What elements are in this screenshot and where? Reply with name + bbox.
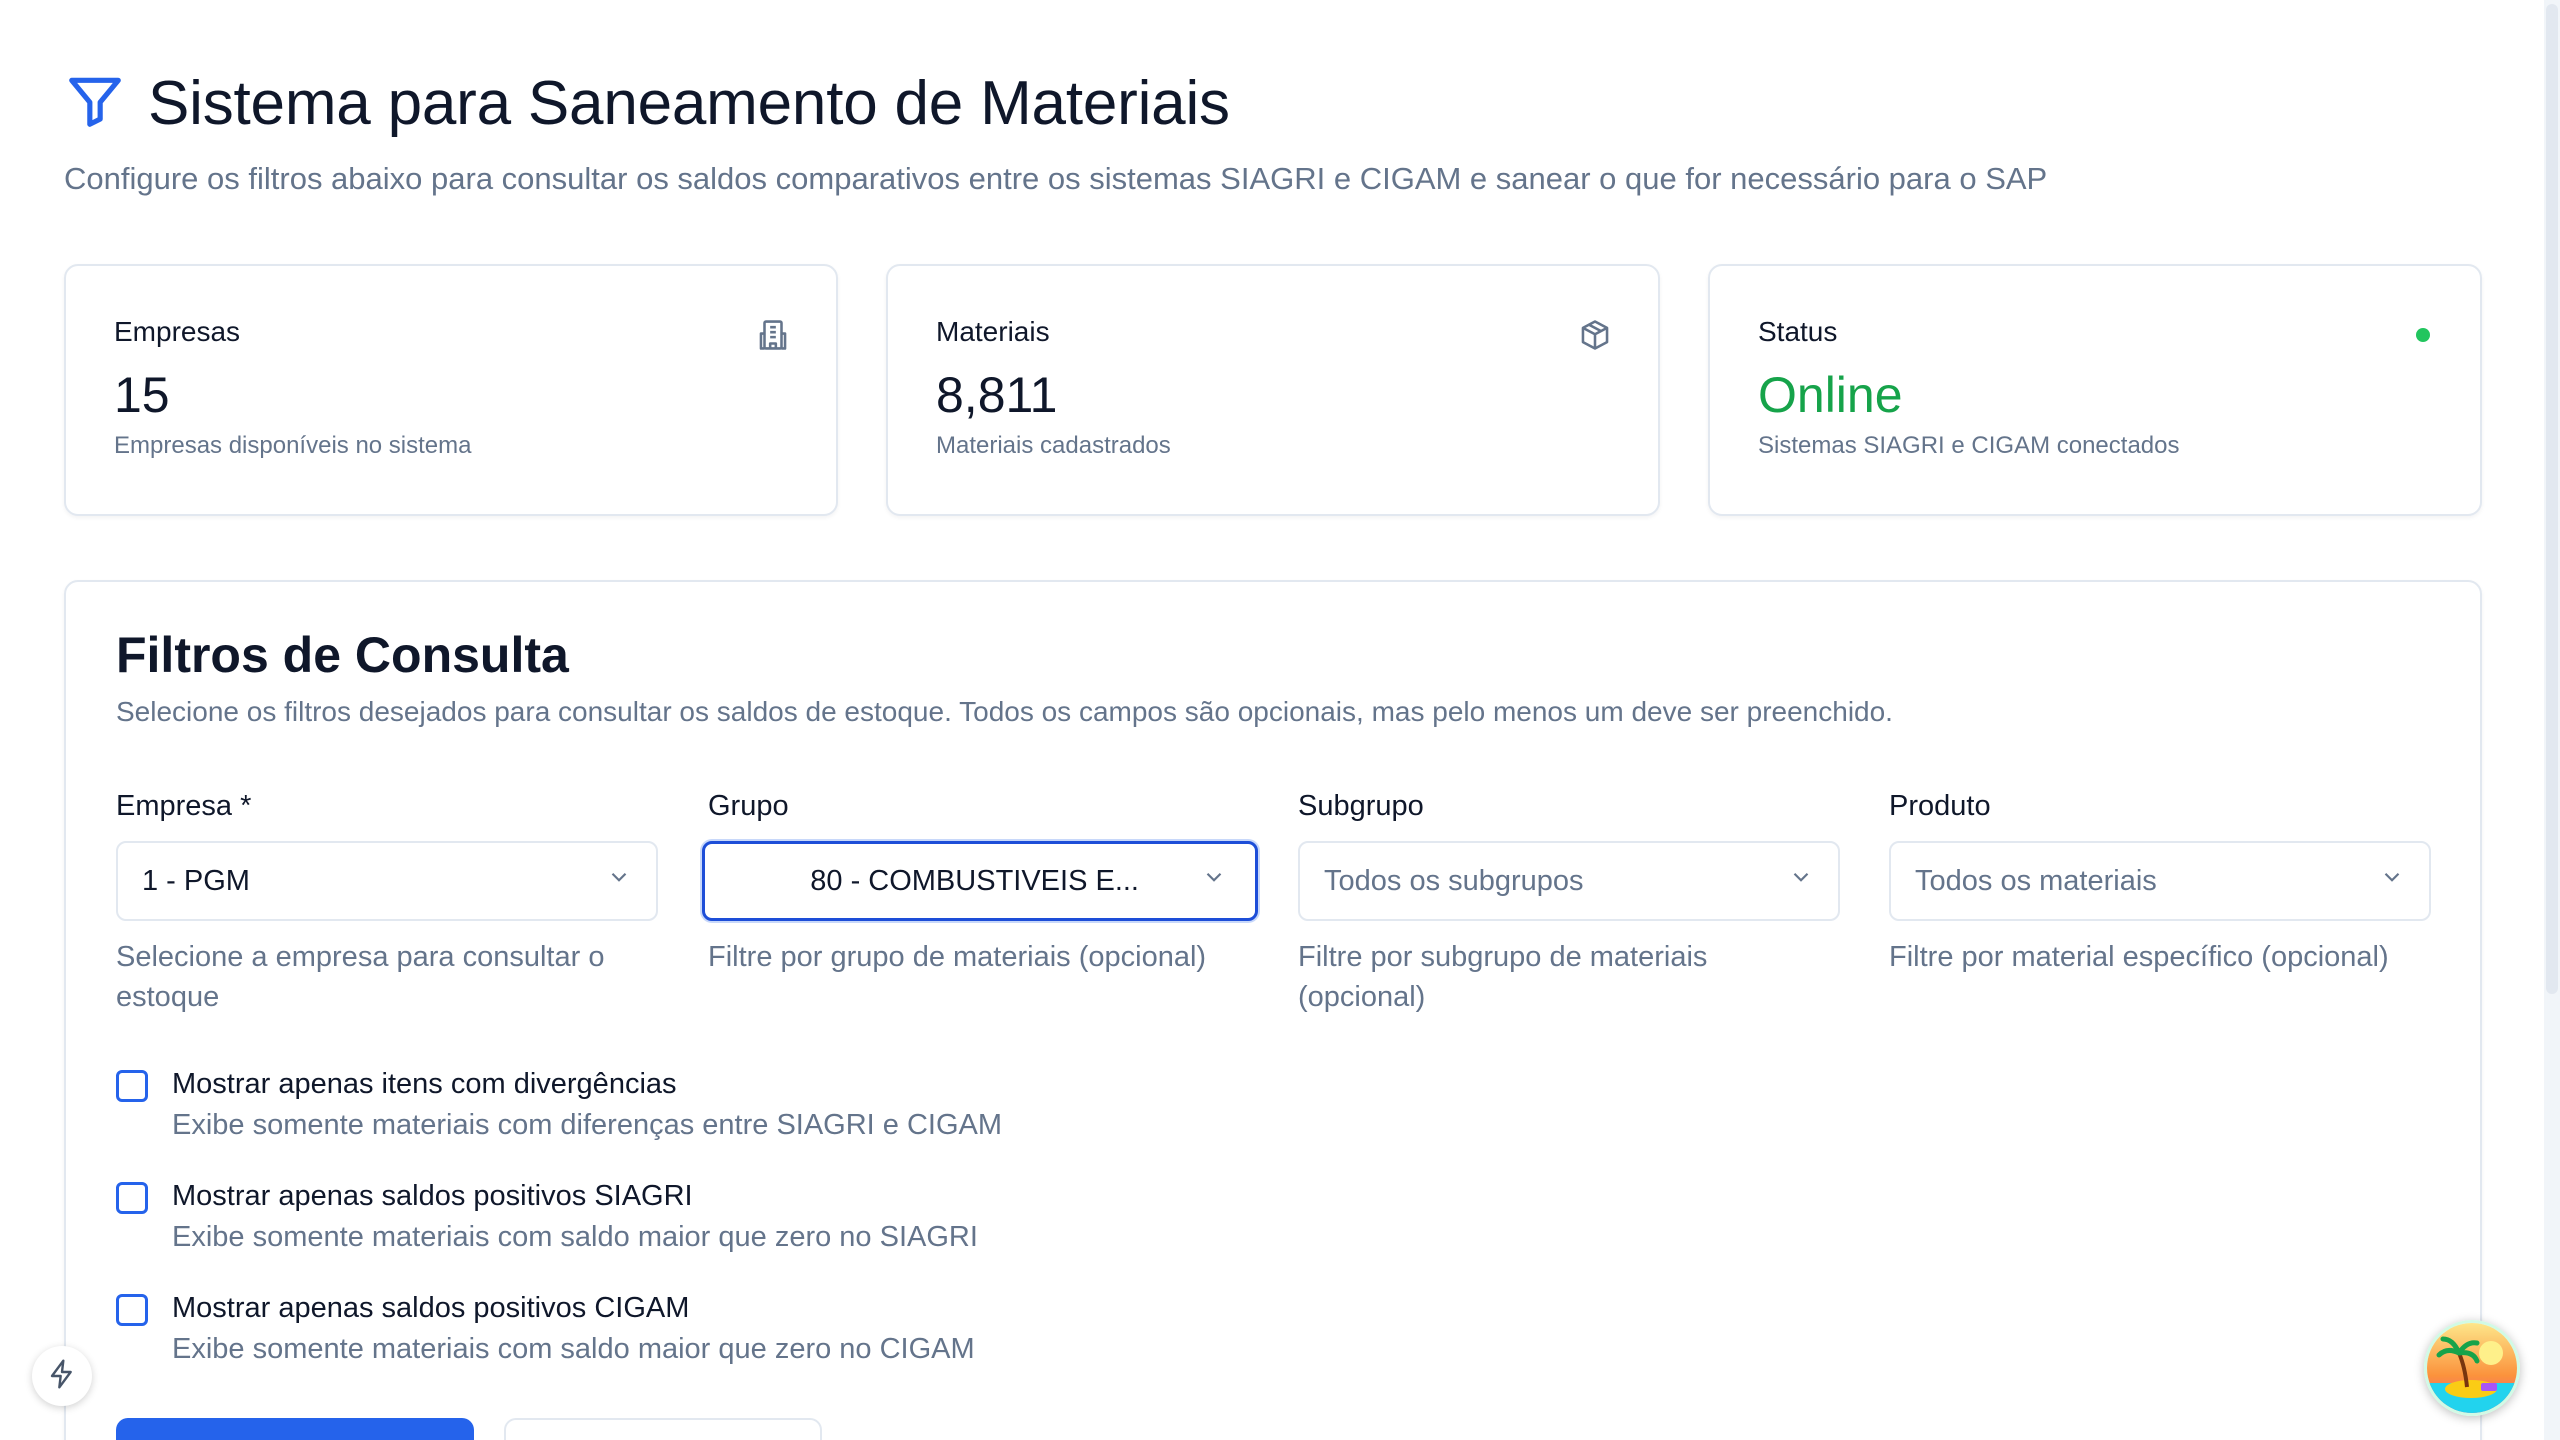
card-value: 15 — [114, 367, 170, 423]
chevron-down-icon — [1201, 864, 1227, 898]
field-produto: Produto Todos os materiais Filtre por ma… — [1889, 790, 2431, 977]
card-description: Empresas disponíveis no sistema — [114, 432, 472, 459]
checkbox-label[interactable]: Mostrar apenas saldos positivos SIAGRI — [172, 1180, 978, 1213]
status-dot — [2416, 328, 2430, 342]
field-empresa: Empresa * 1 - PGM Selecione a empresa pa… — [116, 790, 658, 1017]
status-value: Online — [1758, 367, 1903, 423]
chevron-down-icon — [1788, 864, 1814, 898]
field-label: Grupo — [708, 790, 789, 822]
produto-select[interactable]: Todos os materiais — [1889, 841, 2431, 921]
stats-cards: Empresas 15 Empresas disponíveis no sist… — [64, 264, 2482, 516]
field-help: Filtre por grupo de materiais (opcional) — [708, 941, 1207, 973]
title-row: Sistema para Saneamento de Materiais — [64, 68, 2440, 139]
card-materiais: Materiais 8,811 Materiais cadastrados — [886, 264, 1660, 516]
card-empresas: Empresas 15 Empresas disponíveis no sist… — [64, 264, 838, 516]
card-description: Sistemas SIAGRI e CIGAM conectados — [1758, 432, 2180, 459]
field-grupo: Grupo 80 - COMBUSTIVEIS E... Filtre por … — [702, 790, 1258, 977]
filters-description: Selecione os filtros desejados para cons… — [116, 696, 1893, 727]
package-icon — [1578, 318, 1612, 352]
consultar-button[interactable] — [116, 1418, 474, 1440]
card-label: Empresas — [114, 316, 241, 347]
subgrupo-select[interactable]: Todos os subgrupos — [1298, 841, 1840, 921]
page-title: Sistema para Saneamento de Materiais — [148, 69, 1230, 138]
checkbox-description: Exibe somente materiais com saldo maior … — [172, 1333, 975, 1365]
card-value: 8,811 — [936, 367, 1058, 423]
field-label: Empresa * — [116, 790, 252, 822]
card-status: Status Online Sistemas SIAGRI e CIGAM co… — [1708, 264, 2482, 516]
checkbox-description: Exibe somente materiais com saldo maior … — [172, 1221, 978, 1253]
checkbox-divergencias[interactable] — [116, 1070, 148, 1102]
checkbox-text: Mostrar apenas saldos positivos SIAGRI E… — [172, 1180, 978, 1254]
scrollbar[interactable] — [2544, 0, 2560, 1440]
dev-tools-button[interactable] — [32, 1346, 92, 1406]
scrollbar-thumb[interactable] — [2546, 4, 2558, 994]
field-subgrupo: Subgrupo Todos os subgrupos Filtre por s… — [1298, 790, 1840, 1017]
bolt-icon — [46, 1358, 78, 1395]
filter-icon — [64, 70, 126, 137]
select-value: 80 - COMBUSTIVEIS E... — [810, 864, 1139, 897]
filters-panel: Filtros de Consulta Selecione os filtros… — [64, 580, 2482, 1440]
checkbox-siagri-row[interactable]: Mostrar apenas saldos positivos SIAGRI E… — [116, 1180, 978, 1254]
checkbox-text: Mostrar apenas saldos positivos CIGAM Ex… — [172, 1292, 975, 1366]
card-label: Materiais — [936, 316, 1050, 347]
checkbox-description: Exibe somente materiais com diferenças e… — [172, 1109, 1003, 1141]
checkbox-cigam-row[interactable]: Mostrar apenas saldos positivos CIGAM Ex… — [116, 1292, 975, 1366]
grupo-select[interactable]: 80 - COMBUSTIVEIS E... — [702, 841, 1258, 921]
field-help: Filtre por subgrupo de materiais (opcion… — [1298, 941, 1708, 1013]
secondary-button[interactable] — [504, 1418, 822, 1440]
checkbox-label[interactable]: Mostrar apenas itens com divergências — [172, 1068, 1002, 1101]
page-header: Sistema para Saneamento de Materiais Con… — [64, 68, 2440, 197]
page: Sistema para Saneamento de Materiais Con… — [0, 0, 2560, 1440]
page-subtitle: Configure os filtros abaixo para consult… — [64, 161, 2048, 196]
field-help: Filtre por material específico (opcional… — [1889, 941, 2389, 973]
checkbox-siagri[interactable] — [116, 1182, 148, 1214]
card-description: Materiais cadastrados — [936, 432, 1171, 459]
card-label: Status — [1758, 316, 1838, 347]
empresa-select[interactable]: 1 - PGM — [116, 841, 658, 921]
checkbox-text: Mostrar apenas itens com divergências Ex… — [172, 1068, 1002, 1142]
checkbox-label[interactable]: Mostrar apenas saldos positivos CIGAM — [172, 1292, 975, 1325]
select-placeholder: Todos os materiais — [1915, 864, 2157, 897]
field-help: Selecione a empresa para consultar o est… — [116, 941, 605, 1013]
checkbox-divergencias-row[interactable]: Mostrar apenas itens com divergências Ex… — [116, 1068, 1002, 1142]
select-value: 1 - PGM — [142, 864, 250, 897]
filters-title: Filtros de Consulta — [116, 627, 569, 683]
field-label: Subgrupo — [1298, 790, 1424, 822]
checkbox-cigam[interactable] — [116, 1294, 148, 1326]
building-icon — [756, 318, 790, 352]
field-label: Produto — [1889, 790, 1991, 822]
chevron-down-icon — [2379, 864, 2405, 898]
select-placeholder: Todos os subgrupos — [1324, 864, 1584, 897]
assistant-avatar-button[interactable] — [2424, 1320, 2520, 1416]
chevron-down-icon — [606, 864, 632, 898]
